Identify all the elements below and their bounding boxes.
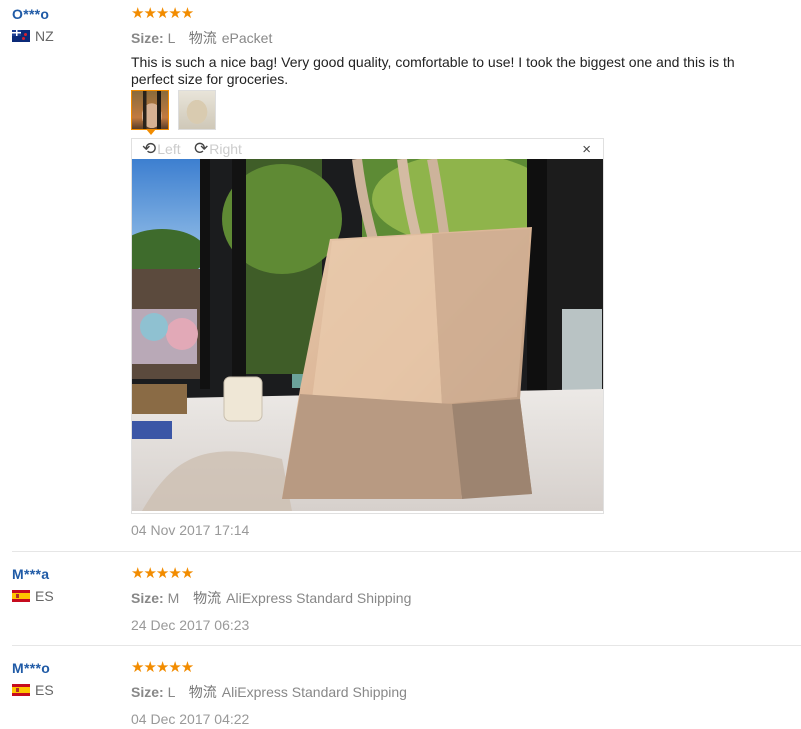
size-label: Size: xyxy=(131,684,164,700)
review-user: M***o ES xyxy=(12,660,122,698)
star-rating: ★★★★★ xyxy=(131,659,194,676)
order-info: Size: M 物流 AliExpress Standard Shipping xyxy=(131,588,801,608)
photo-thumbnail-selected[interactable] xyxy=(131,90,169,130)
review-body: ★★★★★ Size: L 物流 AliExpress Standard Ship… xyxy=(131,659,801,728)
review-date: 04 Nov 2017 17:14 xyxy=(131,522,250,538)
shipping-method: AliExpress Standard Shipping xyxy=(226,590,412,606)
rotate-left-icon: ⟲ xyxy=(142,139,157,158)
size-value: L xyxy=(167,684,175,700)
review-text-line: This is such a nice bag! Very good quali… xyxy=(131,54,735,70)
size-label: Size: xyxy=(131,590,164,606)
country-code: ES xyxy=(35,682,54,698)
review-photo xyxy=(132,159,603,511)
rotate-right-button[interactable]: ⟳ Right xyxy=(194,140,242,157)
star-rating: ★★★★★ xyxy=(131,565,194,582)
review-text-line: perfect size for groceries. xyxy=(131,71,289,87)
review-divider xyxy=(12,551,801,552)
review-user: M***a ES xyxy=(12,566,122,604)
reviewer-country: NZ xyxy=(12,28,122,44)
size-label: Size: xyxy=(131,30,164,46)
shipping-label: 物流 xyxy=(188,30,217,46)
reviewer-name[interactable]: O***o xyxy=(12,6,122,22)
review-body: ★★★★★ Size: L 物流 ePacket This is such a n… xyxy=(131,6,801,88)
close-icon[interactable]: × xyxy=(582,141,591,158)
star-rating: ★★★★★ xyxy=(131,5,194,22)
shipping-label: 物流 xyxy=(193,590,222,606)
review-date: 24 Dec 2017 06:23 xyxy=(131,617,250,633)
order-info: Size: L 物流 AliExpress Standard Shipping xyxy=(131,682,801,702)
size-value: M xyxy=(167,590,180,606)
nz-flag-icon xyxy=(12,30,30,42)
shipping-method: ePacket xyxy=(221,30,273,46)
reviewer-name[interactable]: M***a xyxy=(12,566,122,582)
review-photo-thumbnails xyxy=(131,90,216,130)
reviewer-name[interactable]: M***o xyxy=(12,660,122,676)
bag-photo-thumbnail-image xyxy=(179,91,215,129)
review-date: 04 Dec 2017 04:22 xyxy=(131,711,250,727)
rotate-left-label: Left xyxy=(157,140,181,157)
order-info: Size: L 物流 ePacket xyxy=(131,28,801,48)
review-body: ★★★★★ Size: M 物流 AliExpress Standard Ship… xyxy=(131,565,801,634)
shipping-label: 物流 xyxy=(188,684,217,700)
selected-indicator-icon xyxy=(146,129,156,135)
rotate-right-label: Right xyxy=(209,140,242,157)
review-user: O***o NZ xyxy=(12,6,122,44)
rotate-right-icon: ⟳ xyxy=(194,139,209,158)
tote-bag-photo xyxy=(132,159,603,511)
reviewer-country: ES xyxy=(12,682,122,698)
country-code: NZ xyxy=(35,28,54,44)
reviewer-country: ES xyxy=(12,588,122,604)
es-flag-icon xyxy=(12,590,30,602)
photo-thumbnail[interactable] xyxy=(178,90,216,130)
photo-viewer: ⟲ Left ⟳ Right × xyxy=(131,138,604,514)
review-text: This is such a nice bag! Very good quali… xyxy=(131,54,801,88)
bag-photo-thumbnail-image xyxy=(132,91,168,129)
size-value: L xyxy=(167,30,175,46)
review-divider xyxy=(12,645,801,646)
shipping-method: AliExpress Standard Shipping xyxy=(221,684,407,700)
rotate-left-button[interactable]: ⟲ Left xyxy=(142,140,181,157)
es-flag-icon xyxy=(12,684,30,696)
country-code: ES xyxy=(35,588,54,604)
photo-viewer-toolbar: ⟲ Left ⟳ Right × xyxy=(132,139,603,159)
